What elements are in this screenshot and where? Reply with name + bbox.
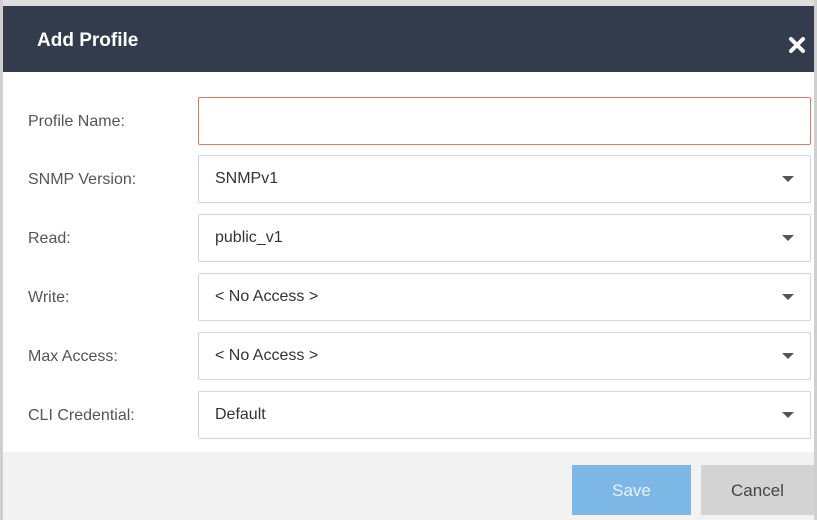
- cli-credential-row: CLI Credential: Default: [3, 391, 814, 441]
- write-label: Write:: [28, 289, 70, 306]
- max-access-select[interactable]: < No Access >: [198, 332, 811, 380]
- chevron-down-icon: [782, 235, 794, 241]
- profile-form: Profile Name: SNMP Version: SNMPv1 Read:…: [3, 72, 814, 452]
- add-profile-dialog: Add Profile Profile Name: SNMP Version: …: [0, 0, 817, 520]
- max-access-value: < No Access >: [215, 347, 319, 364]
- close-icon[interactable]: [786, 34, 808, 56]
- write-value: < No Access >: [215, 288, 319, 305]
- profile-name-input[interactable]: [198, 97, 811, 145]
- write-select[interactable]: < No Access >: [198, 273, 811, 321]
- snmp-version-label: SNMP Version:: [28, 171, 137, 188]
- cli-credential-label: CLI Credential:: [28, 407, 135, 424]
- cancel-button[interactable]: Cancel: [701, 465, 814, 515]
- read-select[interactable]: public_v1: [198, 214, 811, 262]
- cli-credential-select[interactable]: Default: [198, 391, 811, 439]
- read-label: Read:: [28, 230, 71, 247]
- dialog-titlebar: Add Profile: [3, 0, 814, 72]
- max-access-row: Max Access: < No Access >: [3, 332, 814, 382]
- snmp-version-row: SNMP Version: SNMPv1: [3, 155, 814, 205]
- dialog-title: Add Profile: [37, 30, 139, 51]
- chevron-down-icon: [782, 176, 794, 182]
- save-button[interactable]: Save: [572, 465, 691, 515]
- chevron-down-icon: [782, 294, 794, 300]
- snmp-version-value: SNMPv1: [215, 170, 279, 187]
- read-row: Read: public_v1: [3, 214, 814, 264]
- write-row: Write: < No Access >: [3, 273, 814, 323]
- profile-name-row: Profile Name:: [3, 97, 814, 147]
- chevron-down-icon: [782, 412, 794, 418]
- dialog-footer: Save Cancel: [3, 452, 814, 520]
- read-value: public_v1: [215, 229, 283, 246]
- snmp-version-select[interactable]: SNMPv1: [198, 155, 811, 203]
- max-access-label: Max Access:: [28, 348, 118, 365]
- chevron-down-icon: [782, 353, 794, 359]
- profile-name-label: Profile Name:: [28, 113, 125, 130]
- cli-credential-value: Default: [215, 406, 266, 423]
